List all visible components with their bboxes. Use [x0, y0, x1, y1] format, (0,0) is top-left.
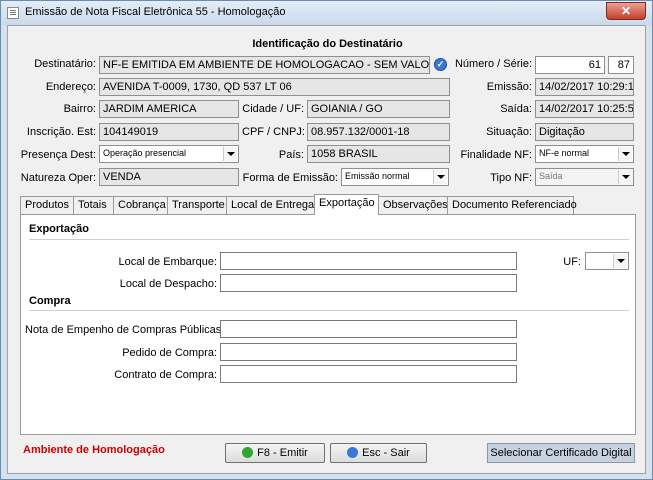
chevron-down-icon[interactable] [613, 254, 627, 268]
nota-empenho-label: Nota de Empenho de Compras Públicas: [25, 324, 225, 336]
tipo-select: Saída [535, 168, 634, 186]
serie-field[interactable]: 87 [608, 56, 634, 74]
destinatario-label: Destinatário: [34, 58, 96, 70]
local-embarque-input[interactable] [220, 252, 517, 270]
sair-label: Esc - Sair [362, 447, 410, 459]
tipo-label: Tipo NF: [490, 172, 532, 184]
tab-local-entrega[interactable]: Local de Entrega [226, 196, 315, 214]
certificado-button[interactable]: Selecionar Certificado Digital [487, 443, 635, 463]
tab-documento-referenciado[interactable]: Documento Referenciado [447, 196, 577, 214]
inscricao-label: Inscrição. Est: [26, 126, 96, 138]
tab-observacoes[interactable]: Observações [378, 196, 448, 214]
exportacao-group-title: Exportação [29, 223, 89, 235]
local-despacho-input[interactable] [220, 274, 517, 292]
finalidade-select[interactable]: NF-e normal [535, 145, 634, 163]
divider [29, 310, 629, 311]
cpf-field[interactable]: 08.957.132/0001-18 [307, 123, 450, 141]
cpf-label: CPF / CNPJ: [242, 126, 305, 138]
close-button[interactable]: ✕ [606, 2, 646, 20]
natureza-label: Natureza Oper: [20, 172, 96, 184]
section-title: Identificação do Destinatário [252, 38, 403, 50]
pais-field[interactable]: 1058 BRASIL [307, 145, 450, 163]
forma-value: Emissão normal [345, 171, 410, 181]
pedido-input[interactable] [220, 343, 517, 361]
nota-empenho-input[interactable] [220, 320, 517, 338]
saida-field[interactable]: 14/02/2017 10:25:53 [535, 100, 634, 118]
pais-label: País: [278, 149, 304, 161]
exit-icon [347, 447, 359, 458]
situacao-field[interactable]: Digitação [535, 123, 634, 141]
contrato-label: Contrato de Compra: [114, 369, 217, 381]
emissao-field[interactable]: 14/02/2017 10:29:16 [535, 78, 634, 96]
chevron-down-icon [618, 170, 632, 184]
tipo-value: Saída [539, 171, 563, 181]
emitir-button[interactable]: F8 - Emitir [225, 443, 325, 463]
uf-select[interactable] [585, 252, 629, 270]
numero-field[interactable]: 61 [535, 56, 605, 74]
tab-produtos[interactable]: Produtos [20, 196, 74, 214]
cidade-label: Cidade / UF: [242, 103, 304, 115]
inscricao-field[interactable]: 104149019 [99, 123, 239, 141]
bairro-label: Bairro: [63, 103, 96, 115]
pedido-label: Pedido de Compra: [122, 347, 217, 359]
main-window: Emissão de Nota Fiscal Eletrônica 55 - H… [0, 0, 653, 480]
chevron-down-icon[interactable] [618, 147, 632, 161]
saida-label: Saída: [500, 103, 532, 115]
check-icon [242, 447, 254, 458]
title-bar[interactable]: Emissão de Nota Fiscal Eletrônica 55 - H… [1, 1, 652, 25]
uf-label: UF: [563, 256, 581, 268]
local-despacho-label: Local de Despacho: [119, 278, 217, 290]
presenca-value: Operação presencial [103, 148, 187, 158]
bairro-field[interactable]: JARDIM AMERICA [99, 100, 239, 118]
endereco-field[interactable]: AVENIDA T-0009, 1730, QD 537 LT 06 [99, 78, 450, 96]
emissao-label: Emissão: [486, 81, 532, 93]
emitir-label: F8 - Emitir [257, 447, 308, 459]
local-embarque-label: Local de Embarque: [118, 256, 217, 268]
presenca-label: Presença Dest: [20, 149, 96, 161]
tab-exportacao[interactable]: Exportação [314, 194, 379, 215]
divider [29, 239, 629, 240]
client-area: Identificação do Destinatário Destinatár… [7, 25, 646, 474]
info-icon[interactable]: ✓ [434, 58, 447, 71]
ambiente-label: Ambiente de Homologação [23, 444, 165, 456]
destinatario-field[interactable]: NF-E EMITIDA EM AMBIENTE DE HOMOLOGACAO … [99, 56, 430, 74]
tab-transporte[interactable]: Transporte [167, 196, 227, 214]
sair-button[interactable]: Esc - Sair [330, 443, 427, 463]
situacao-label: Situação: [486, 126, 532, 138]
cidade-field[interactable]: GOIANIA / GO [307, 100, 450, 118]
compra-group-title: Compra [29, 295, 71, 307]
contrato-input[interactable] [220, 365, 517, 383]
tab-totais[interactable]: Totais [73, 196, 114, 214]
tab-cobranca[interactable]: Cobrança [113, 196, 168, 214]
app-icon [7, 7, 19, 19]
endereco-label: Endereço: [45, 81, 96, 93]
exportacao-panel: Exportação Local de Embarque: UF: Local … [20, 214, 636, 435]
forma-label: Forma de Emissão: [242, 172, 338, 184]
chevron-down-icon[interactable] [433, 170, 447, 184]
finalidade-label: Finalidade NF: [460, 149, 532, 161]
presenca-select[interactable]: Operação presencial [99, 145, 239, 163]
natureza-field[interactable]: VENDA [99, 168, 239, 186]
chevron-down-icon[interactable] [223, 147, 237, 161]
window-title: Emissão de Nota Fiscal Eletrônica 55 - H… [25, 6, 286, 18]
forma-select[interactable]: Emissão normal [341, 168, 449, 186]
numero-label: Número / Série: [454, 58, 532, 70]
finalidade-value: NF-e normal [539, 148, 590, 158]
